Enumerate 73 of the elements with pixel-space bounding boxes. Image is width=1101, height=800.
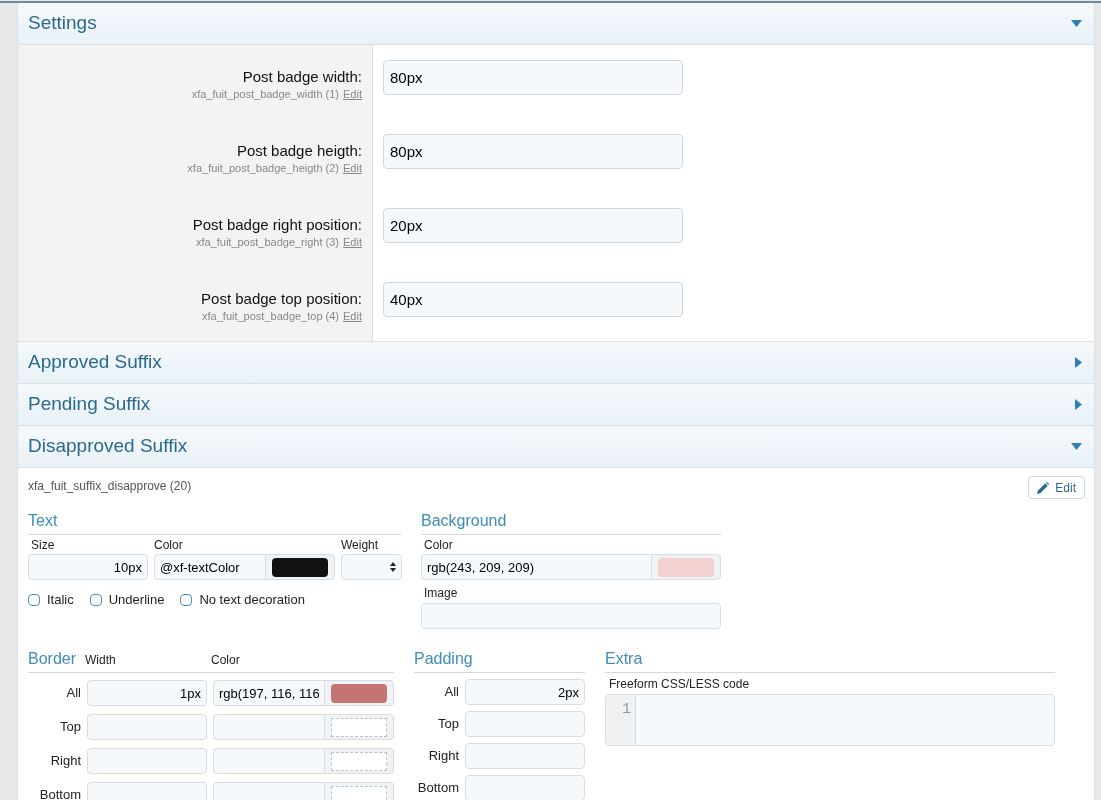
color-input[interactable]: rgb(197, 116, 116 — [213, 680, 324, 706]
color-input[interactable]: rgb(243, 209, 209) — [421, 554, 651, 580]
empty-color-swatch[interactable] — [331, 717, 387, 737]
section-title: Settings — [28, 11, 97, 36]
group-title: Text — [28, 512, 58, 529]
option-variable-name: xfa_fuit_post_badge_width (1) — [191, 87, 340, 102]
color-swatch[interactable] — [331, 683, 387, 703]
field-label: Image — [423, 585, 459, 602]
side-label: Right — [49, 752, 81, 771]
border-width-input[interactable] — [87, 748, 207, 774]
section-title: Pending Suffix — [28, 392, 151, 417]
group-title: Extra — [605, 650, 643, 667]
field-label: Color — [154, 537, 184, 554]
section-header[interactable]: Approved Suffix — [18, 342, 1094, 384]
section-header[interactable]: Disapproved Suffix — [18, 426, 1094, 468]
option-input[interactable]: 40px — [383, 282, 683, 317]
checkbox-label: No text decoration — [199, 591, 305, 609]
color-input[interactable] — [213, 748, 324, 774]
edit-button[interactable]: Edit — [1028, 476, 1085, 499]
color-swatch[interactable] — [272, 557, 328, 577]
weight-select[interactable] — [341, 554, 402, 580]
padding-input[interactable] — [465, 711, 585, 737]
line-number: 1 — [622, 700, 631, 720]
side-label: Top — [437, 715, 459, 734]
side-label: Right — [427, 747, 459, 766]
side-label: Bottom — [416, 779, 459, 798]
size-input[interactable]: 10px — [28, 554, 148, 580]
color-input[interactable] — [213, 714, 324, 740]
checkbox[interactable] — [180, 593, 193, 606]
section-title: Disapproved Suffix — [28, 434, 188, 459]
side-label: Bottom — [38, 786, 81, 800]
group-title: Border — [28, 649, 77, 669]
empty-color-swatch[interactable] — [331, 785, 387, 800]
option-label: Post badge top position: — [201, 290, 362, 308]
style-property-name: xfa_fuit_suffix_disapprove (20) — [28, 478, 192, 495]
field-label: Weight — [341, 537, 380, 554]
option-input[interactable]: 80px — [383, 60, 683, 95]
color-swatch[interactable] — [658, 557, 714, 577]
checkbox-label: Underline — [108, 591, 165, 609]
column-label: Width — [85, 652, 117, 669]
section-title: Approved Suffix — [28, 350, 162, 375]
field-label: Freeform CSS/LESS code — [608, 676, 751, 693]
border-width-input[interactable] — [87, 714, 207, 740]
checkbox[interactable] — [89, 593, 102, 606]
option-label: Post badge heigth: — [236, 142, 362, 160]
empty-color-swatch[interactable] — [331, 751, 387, 771]
option-input[interactable]: 80px — [383, 134, 683, 169]
field-label: Size — [30, 537, 56, 554]
column-label: Color — [211, 652, 240, 669]
side-label: All — [443, 683, 459, 702]
checkbox-label: Italic — [47, 591, 74, 609]
field-label: Color — [423, 537, 454, 554]
image-input[interactable] — [421, 603, 721, 629]
group-title: Background — [421, 512, 507, 529]
padding-input[interactable] — [465, 775, 585, 800]
section-header[interactable]: Settings — [18, 3, 1094, 45]
section-header[interactable]: Pending Suffix — [18, 384, 1094, 426]
group-title: Padding — [414, 650, 473, 667]
select-arrows-icon — [390, 562, 396, 572]
side-label: All — [65, 684, 81, 703]
pencil-icon — [1037, 481, 1050, 494]
side-label: Top — [59, 718, 81, 737]
padding-input[interactable]: 2px — [465, 679, 585, 705]
option-variable-name: xfa_fuit_post_badge_right (3) — [195, 235, 340, 250]
color-input[interactable]: @xf-textColor — [154, 554, 265, 580]
option-label: Post badge width: — [242, 68, 362, 86]
padding-input[interactable] — [465, 743, 585, 769]
option-input[interactable]: 20px — [383, 208, 683, 243]
option-label: Post badge right position: — [192, 216, 362, 234]
checkbox[interactable] — [28, 593, 40, 606]
border-width-input[interactable]: 1px — [87, 680, 207, 706]
option-variable-name: xfa_fuit_post_badge_top (4) — [202, 309, 340, 324]
option-variable-name: xfa_fuit_post_badge_heigth (2) — [187, 161, 340, 176]
